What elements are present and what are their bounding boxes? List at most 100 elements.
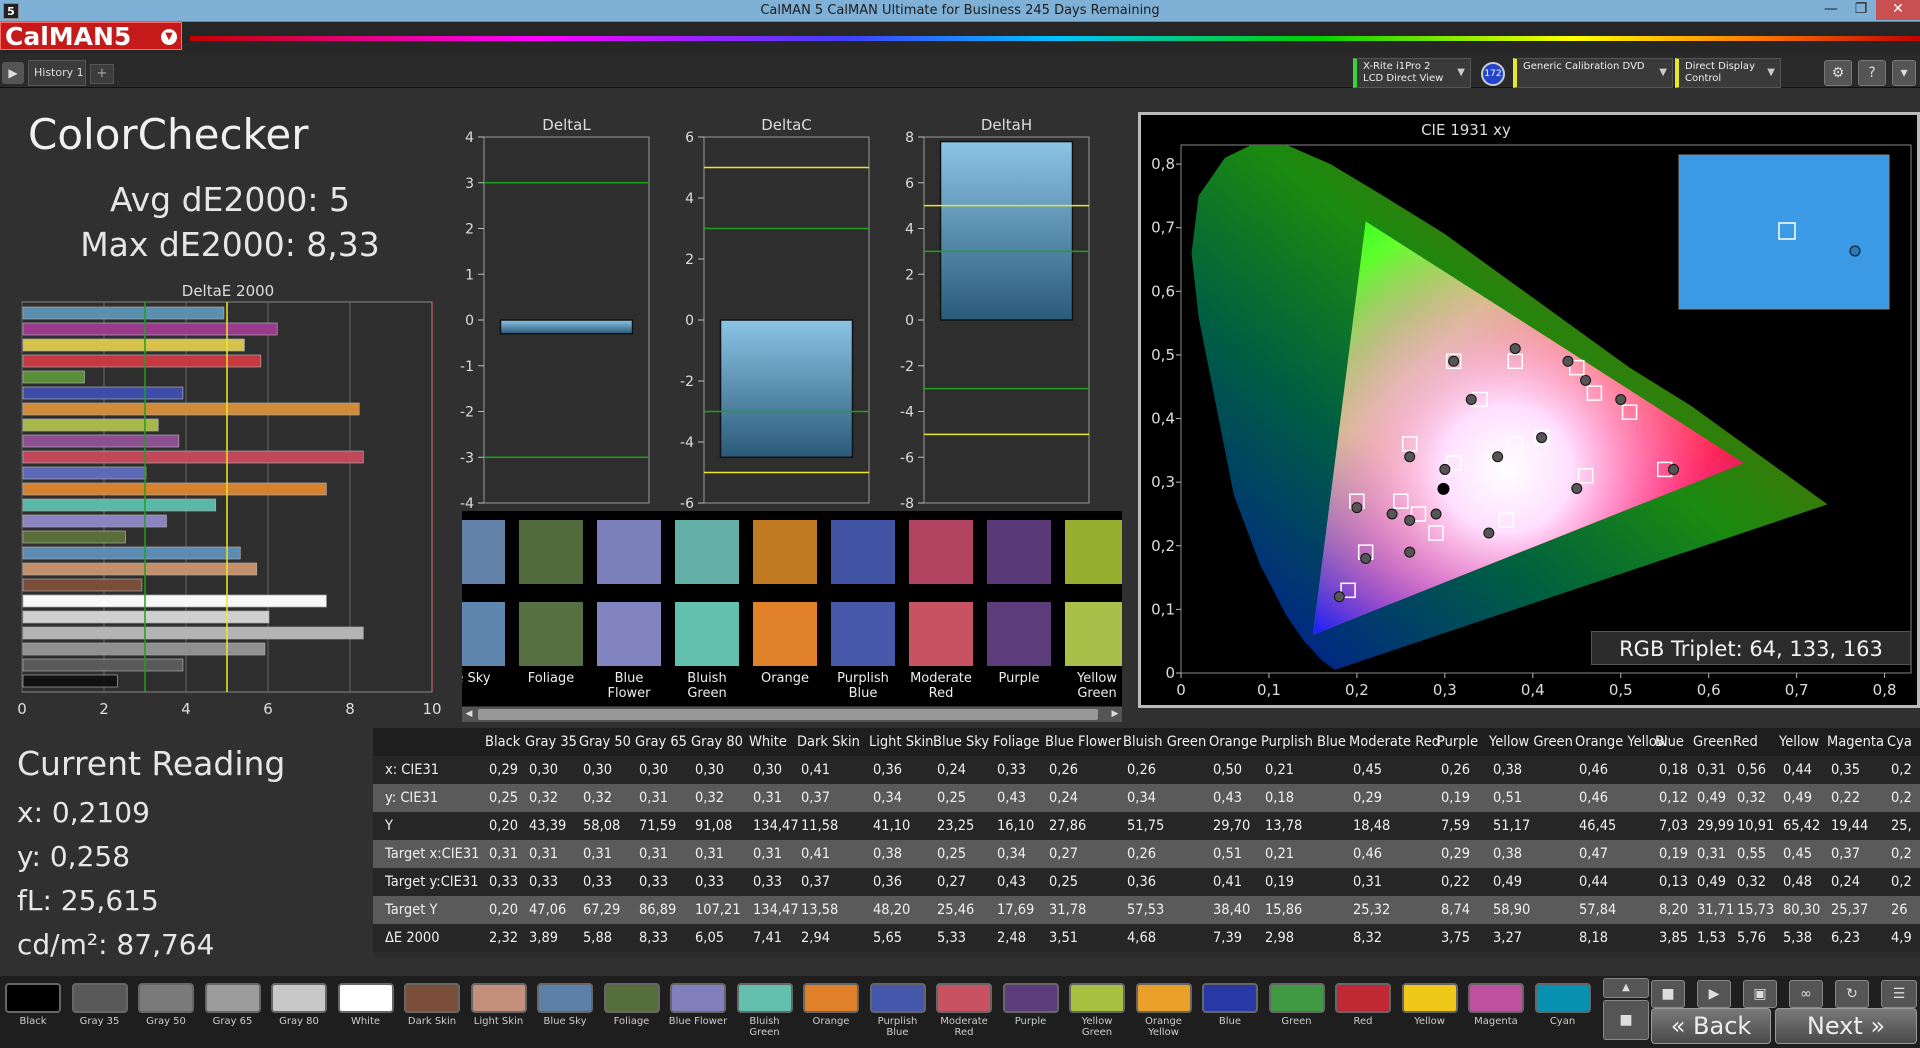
patch-swatch-button[interactable]: Foliage bbox=[601, 980, 663, 1042]
y-tick-label: -1 bbox=[460, 359, 474, 375]
measured-point bbox=[1536, 432, 1548, 444]
table-cell: 0,31 bbox=[1353, 874, 1383, 890]
patch-target bbox=[518, 601, 584, 667]
patch-swatch-button[interactable]: Gray 65 bbox=[202, 980, 264, 1042]
current-point bbox=[1437, 482, 1450, 495]
patch-swatch-button[interactable]: Blue Flower bbox=[667, 980, 729, 1042]
table-cell: 5,88 bbox=[583, 930, 613, 946]
table-cell: 0,24 bbox=[937, 762, 967, 778]
column-header: Dark Skin bbox=[797, 734, 860, 750]
next-button[interactable]: Next » bbox=[1775, 1008, 1917, 1044]
close-button[interactable]: ✕ bbox=[1876, 0, 1920, 20]
stop-square-icon[interactable]: ■ bbox=[1603, 1000, 1649, 1040]
patch-swatch-button[interactable]: Blue bbox=[1199, 980, 1261, 1042]
display-selector[interactable]: Direct Display Control ▼ bbox=[1675, 58, 1781, 88]
table-cell: 41,10 bbox=[873, 818, 911, 834]
column-header: Orange Yellow bbox=[1575, 734, 1668, 750]
patch-swatch-button[interactable]: Cyan bbox=[1532, 980, 1594, 1042]
table-cell: 0,21 bbox=[1265, 762, 1295, 778]
back-button[interactable]: « Back bbox=[1651, 1008, 1771, 1044]
patch-actual bbox=[596, 519, 662, 585]
table-cell: 0,32 bbox=[1737, 874, 1767, 890]
source-name: Generic Calibration DVD bbox=[1523, 61, 1645, 72]
table-cell: 0,26 bbox=[1049, 762, 1079, 778]
patch-swatch-button[interactable]: White bbox=[335, 980, 397, 1042]
table-cell: 0,51 bbox=[1213, 846, 1243, 862]
patch-swatch-button[interactable]: Yellow bbox=[1399, 980, 1461, 1042]
patch-swatch-button[interactable]: Blue Sky bbox=[534, 980, 596, 1042]
patch-swatch-button[interactable]: Gray 35 bbox=[69, 980, 131, 1042]
table-cell: 0,36 bbox=[873, 874, 903, 890]
chevron-down-icon: ▼ bbox=[1457, 67, 1465, 78]
patch-swatch-button[interactable]: Black bbox=[2, 980, 64, 1042]
patch-scrollbar[interactable]: ◀ ▶ bbox=[462, 707, 1122, 722]
patch-swatch-button[interactable]: Orange bbox=[800, 980, 862, 1042]
add-tab-button[interactable]: + bbox=[90, 64, 114, 84]
swatch-color bbox=[1468, 983, 1524, 1013]
column-header: Purplish Blue bbox=[1261, 734, 1346, 750]
play-icon[interactable]: ▶ bbox=[1697, 980, 1731, 1008]
table-cell: 0,34 bbox=[1127, 790, 1157, 806]
scroll-thumb[interactable] bbox=[478, 709, 1098, 720]
chevron-down-icon[interactable]: ▾ bbox=[1892, 60, 1916, 86]
meter-selector[interactable]: X-Rite i1Pro 2 LCD Direct View ▼ bbox=[1353, 58, 1471, 88]
maximize-button[interactable]: ❐ bbox=[1846, 0, 1876, 20]
patch-swatch-button[interactable]: Green bbox=[1266, 980, 1328, 1042]
swatch-label: White bbox=[350, 1016, 381, 1027]
patch-swatch-button[interactable]: Moderate Red bbox=[933, 980, 995, 1042]
settings-gear-icon[interactable]: ⚙ bbox=[1824, 60, 1852, 86]
patch-target bbox=[752, 601, 818, 667]
patch-swatch-button[interactable]: Bluish Green bbox=[734, 980, 796, 1042]
table-cell: 0,20 bbox=[489, 818, 519, 834]
scroll-up-icon[interactable]: ▲ bbox=[1603, 978, 1649, 998]
table-cell: 31,78 bbox=[1049, 902, 1087, 918]
measured-point bbox=[1580, 374, 1592, 386]
table-cell: 0,31 bbox=[753, 846, 783, 862]
refresh-icon[interactable]: ↻ bbox=[1835, 980, 1869, 1008]
source-selector[interactable]: Generic Calibration DVD ▼ bbox=[1513, 58, 1673, 88]
patch-swatch-button[interactable]: Dark Skin bbox=[401, 980, 463, 1042]
patch-swatch-button[interactable]: Magenta bbox=[1465, 980, 1527, 1042]
tab-history-1[interactable]: History 1 bbox=[28, 60, 86, 86]
scroll-right-icon[interactable]: ▶ bbox=[1108, 707, 1122, 722]
patch-swatch-button[interactable]: Gray 80 bbox=[268, 980, 330, 1042]
window-titlebar: 5 CalMAN 5 CalMAN Ultimate for Business … bbox=[0, 0, 1920, 22]
patch-swatch-button[interactable]: Light Skin bbox=[468, 980, 530, 1042]
y-tick-label: 0,7 bbox=[1151, 219, 1175, 237]
table-cell: 0,20 bbox=[489, 902, 519, 918]
patch-actual bbox=[830, 519, 896, 585]
menu-icon[interactable]: ☰ bbox=[1881, 980, 1917, 1008]
help-icon[interactable]: ? bbox=[1858, 60, 1886, 86]
patch-swatch-button[interactable]: Purplish Blue bbox=[867, 980, 929, 1042]
loop-icon[interactable]: ∞ bbox=[1789, 980, 1823, 1008]
stop-icon[interactable]: ■ bbox=[1651, 980, 1685, 1008]
x-tick-label: 0,3 bbox=[1433, 681, 1457, 699]
table-row: x: CIE31 0,29 0,30 0,30 0,30 0,30 0,30 0,41 0,36… bbox=[373, 756, 1920, 784]
save-icon[interactable]: ▣ bbox=[1743, 980, 1777, 1008]
patch-swatch-button[interactable]: Yellow Green bbox=[1066, 980, 1128, 1042]
y-tick-label: -8 bbox=[900, 496, 914, 510]
patch-actual bbox=[986, 519, 1052, 585]
x-tick-label: 0 bbox=[1176, 681, 1186, 699]
delta-bar bbox=[719, 319, 854, 458]
table-cell: 0,45 bbox=[1353, 762, 1383, 778]
table-cell: 0,2 bbox=[1891, 762, 1912, 778]
patch-swatch-button[interactable]: Orange Yellow bbox=[1133, 980, 1195, 1042]
table-cell: 25,37 bbox=[1831, 902, 1869, 918]
calman-logo-menu[interactable]: CalMAN5 ▼ bbox=[0, 22, 182, 51]
scroll-left-icon[interactable]: ◀ bbox=[462, 707, 476, 722]
chart-title: DeltaH bbox=[981, 116, 1032, 134]
table-cell: 0,2 bbox=[1891, 874, 1912, 890]
patch-swatch-button[interactable]: Gray 50 bbox=[135, 980, 197, 1042]
cie-plot: CIE 1931 xy 0 0,1 0,2 0,3 0,4 0,5 0,6 0,7 0,8 0,8 0… bbox=[1151, 121, 1912, 699]
table-cell: 0,25 bbox=[1049, 874, 1079, 890]
minimize-button[interactable]: — bbox=[1816, 0, 1846, 20]
play-icon[interactable]: ▶ bbox=[2, 62, 24, 84]
table-row: ΔE 2000 2,32 3,89 5,88 8,33 6,05 7,41 2,94 5,65 5… bbox=[373, 924, 1920, 952]
table-cell: 0,26 bbox=[1127, 762, 1157, 778]
swatch-color bbox=[1135, 983, 1192, 1013]
patch-swatch-button[interactable]: Red bbox=[1332, 980, 1394, 1042]
column-header: Bluish Green bbox=[1123, 734, 1207, 750]
patch-swatch-button[interactable]: Purple bbox=[1000, 980, 1062, 1042]
measured-point bbox=[1439, 463, 1451, 475]
